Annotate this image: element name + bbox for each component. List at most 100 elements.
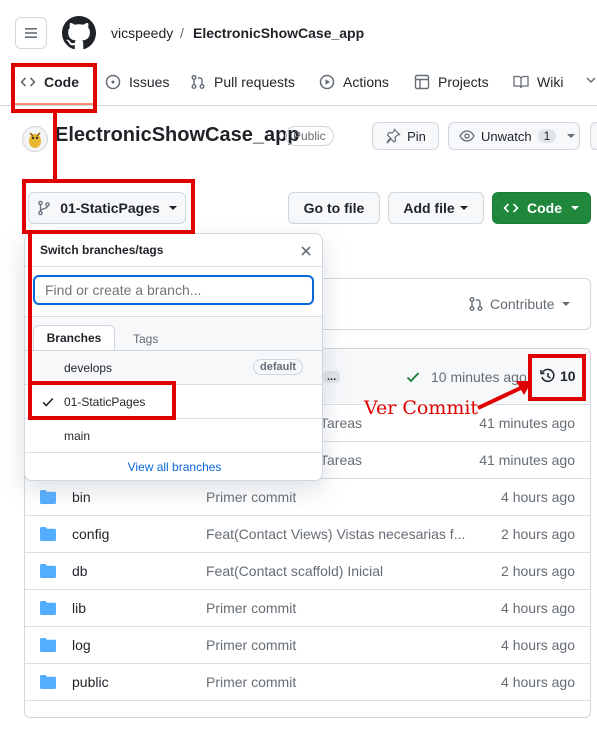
annotation-arrow: [477, 381, 532, 410]
check-icon: [405, 369, 421, 385]
issue-icon: [105, 74, 121, 90]
folder-icon: [40, 638, 56, 655]
commit-message[interactable]: Feat(Contact Views) Vistas necesarias f.…: [206, 526, 465, 542]
caret-down-icon: [459, 203, 469, 213]
git-pull-request-icon: [468, 296, 484, 312]
commit-count: 10: [560, 368, 576, 384]
branch-item-01-staticpages[interactable]: 01-StaticPages: [25, 385, 322, 419]
tab-actions-label: Actions: [343, 74, 389, 90]
folder-icon: [40, 601, 56, 618]
commit-time: 4 hours ago: [501, 489, 575, 505]
tab-wiki[interactable]: Wiki: [513, 71, 563, 93]
tab-issues[interactable]: Issues: [105, 71, 169, 93]
repo-title[interactable]: ElectronicShowCase_app: [55, 124, 300, 147]
annotation-connector: [28, 234, 32, 384]
table-row[interactable]: public Primer commit 4 hours ago: [24, 663, 591, 700]
folder-icon: [40, 675, 56, 692]
table-row[interactable]: log Primer commit 4 hours ago: [24, 626, 591, 663]
code-icon: [503, 200, 519, 216]
close-icon[interactable]: [300, 244, 312, 260]
commit-message[interactable]: Primer commit: [206, 489, 296, 505]
contribute-button[interactable]: Contribute: [468, 296, 571, 312]
dropdown-title: Switch branches/tags: [40, 243, 164, 257]
pin-button[interactable]: Pin: [372, 122, 439, 150]
add-file-label: Add file: [403, 200, 455, 216]
commit-time: 2 hours ago: [501, 563, 575, 579]
branch-item-main[interactable]: main: [25, 419, 322, 453]
play-icon: [319, 74, 335, 90]
code-button-label: Code: [527, 200, 562, 216]
commit-message[interactable]: Feat(Contact scaffold) Inicial: [206, 563, 383, 579]
commit-time: 41 minutes ago: [479, 415, 575, 431]
commit-time: 2 hours ago: [501, 526, 575, 542]
table-row[interactable]: bin Primer commit 4 hours ago: [24, 478, 591, 515]
commit-message[interactable]: Primer commit: [206, 600, 296, 616]
commit-ellipsis-button[interactable]: ...: [323, 371, 341, 383]
history-icon: [540, 368, 556, 384]
commit-message[interactable]: Tareas: [320, 452, 362, 468]
branch-item-label: 01-StaticPages: [64, 395, 146, 409]
view-all-branches-link[interactable]: View all branches: [25, 460, 322, 474]
file-name[interactable]: bin: [72, 489, 91, 505]
annotation-connector: [53, 113, 57, 183]
repo-link[interactable]: ElectronicShowCase_app: [193, 25, 364, 41]
branch-selector-button[interactable]: 01-StaticPages: [28, 192, 186, 224]
check-icon: [41, 395, 55, 412]
tab-tags[interactable]: Tags: [133, 332, 158, 346]
commit-message[interactable]: Primer commit: [206, 674, 296, 690]
go-to-file-button[interactable]: Go to file: [288, 192, 380, 224]
pull-request-icon: [190, 74, 206, 90]
hamburger-icon: [23, 25, 39, 41]
more-tabs-icon[interactable]: [585, 73, 597, 94]
owner-link[interactable]: vicspeedy: [111, 25, 173, 41]
tab-code[interactable]: Code: [20, 71, 79, 93]
file-name[interactable]: config: [72, 526, 109, 542]
commit-time: 4 hours ago: [501, 637, 575, 653]
commit-message[interactable]: Tareas: [320, 415, 362, 431]
branch-dropdown: Switch branches/tags Branches Tags devel…: [24, 233, 323, 481]
tab-issues-label: Issues: [129, 74, 170, 90]
commit-time: 4 hours ago: [501, 674, 575, 690]
visibility-badge: Public: [285, 126, 334, 146]
git-branch-icon: [36, 200, 52, 216]
commit-message[interactable]: Primer commit: [206, 637, 296, 653]
tab-wiki-label: Wiki: [537, 74, 564, 90]
file-name[interactable]: log: [72, 637, 91, 653]
file-name[interactable]: db: [72, 563, 88, 579]
code-button[interactable]: Code: [492, 192, 591, 224]
branch-item-label: develops: [64, 361, 113, 375]
repo-avatar: [22, 126, 48, 152]
fork-button-partial[interactable]: [590, 122, 597, 150]
hamburger-menu-button[interactable]: [15, 17, 47, 49]
tab-projects[interactable]: Projects: [414, 71, 489, 93]
branch-item-label: main: [64, 429, 91, 443]
add-file-button[interactable]: Add file: [388, 192, 484, 224]
branch-filter-input[interactable]: [33, 275, 314, 305]
table-row[interactable]: config Feat(Contact Views) Vistas necesa…: [24, 515, 591, 552]
caret-down-icon: [168, 203, 178, 213]
branch-name: 01-StaticPages: [60, 200, 160, 216]
contribute-label: Contribute: [490, 296, 555, 312]
tab-pull-requests[interactable]: Pull requests: [190, 71, 295, 93]
folder-icon: [40, 490, 56, 507]
tab-branches[interactable]: Branches: [33, 325, 115, 351]
tab-code-label: Code: [44, 74, 79, 90]
file-name[interactable]: lib: [72, 600, 86, 616]
folder-icon: [40, 564, 56, 581]
dropdown-title-divider: [25, 266, 322, 267]
table-row[interactable]: db Feat(Contact scaffold) Inicial 2 hour…: [24, 552, 591, 589]
nav-divider: [0, 105, 597, 106]
table-row[interactable]: [24, 700, 591, 737]
table-row[interactable]: lib Primer commit 4 hours ago: [24, 589, 591, 626]
pin-label: Pin: [407, 128, 426, 144]
file-name[interactable]: public: [72, 674, 109, 690]
annotation-label: Ver Commit: [364, 397, 479, 419]
caret-down-icon: [570, 203, 580, 213]
branch-item-develops[interactable]: develops default: [25, 351, 322, 385]
watch-count: 1: [537, 129, 557, 143]
unwatch-button[interactable]: Unwatch 1: [448, 122, 580, 150]
caret-down-icon: [561, 299, 571, 309]
tab-actions[interactable]: Actions: [319, 71, 389, 93]
commit-history-link[interactable]: 10: [540, 368, 576, 384]
github-logo-icon[interactable]: [62, 16, 96, 50]
